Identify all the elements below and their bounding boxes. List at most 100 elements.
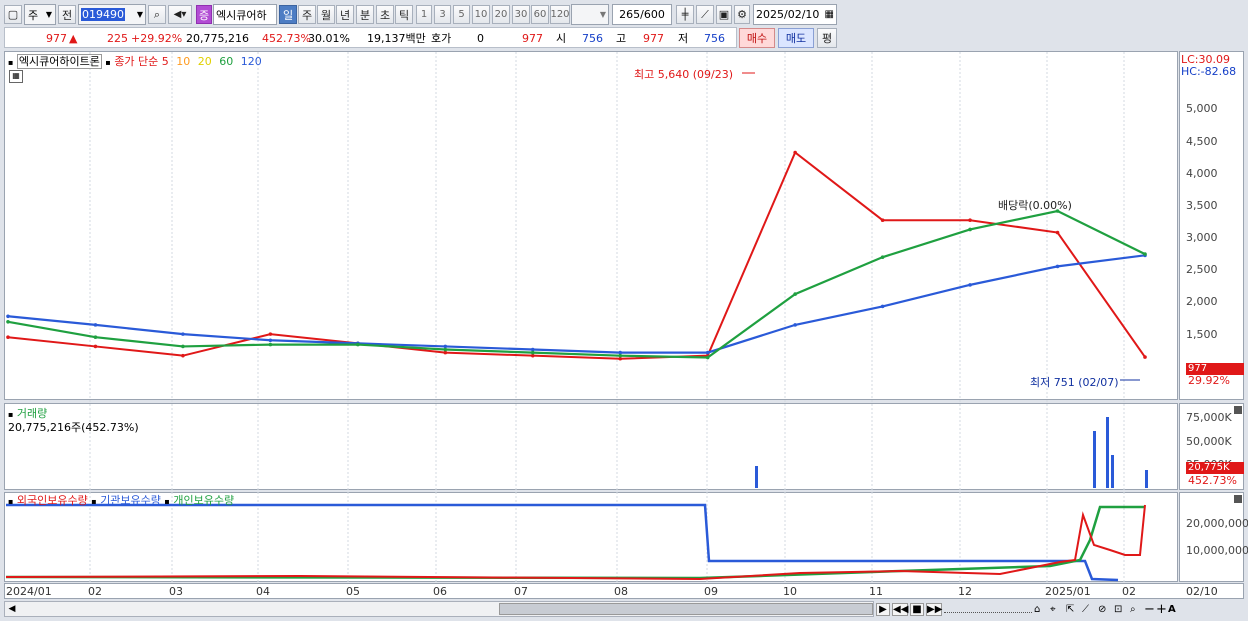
chart-canvas[interactable]	[0, 0, 1248, 621]
high-annotation: 최고 5,640 (09/23)	[634, 68, 734, 81]
volume-bar	[1093, 431, 1096, 488]
x-axis-label: 2025/01	[1045, 585, 1091, 598]
square-icon: ▪	[8, 410, 14, 419]
series-point	[1055, 264, 1060, 269]
volume-last-tag: 20,775K	[1186, 462, 1244, 474]
ma-5: 5	[161, 55, 169, 68]
series-point	[1143, 355, 1147, 359]
x-axis-label: 10	[783, 585, 797, 598]
x-axis-label: 07	[514, 585, 528, 598]
series-point	[968, 218, 972, 223]
price-legend: ▪ 엑시큐어하이트론 ▪ 종가 단순 5 10 20 60 120	[8, 53, 262, 69]
panel-close-icon[interactable]	[1234, 406, 1242, 414]
scroll-left-icon[interactable]: ◀	[5, 602, 19, 616]
series-point	[705, 355, 710, 360]
x-axis-label: 02	[1122, 585, 1136, 598]
series-line-1	[7, 254, 1146, 354]
trend-tool-icon[interactable]: ⟋	[1082, 604, 1096, 615]
price-ytick: 1,500	[1186, 328, 1218, 341]
bottom-tools: ▶ ◀◀ ■ ▶▶ ⌂ ⌖ ⇱ ⟋ ⊘ ⊡ ⌕ − + A	[876, 601, 1244, 617]
text-tool-icon[interactable]: ⊡	[1114, 604, 1128, 615]
series-point	[93, 344, 98, 349]
hc-label: HC:-82.68	[1181, 65, 1237, 78]
zoom-out-icon[interactable]: −	[1144, 602, 1155, 617]
x-axis-label: 08	[614, 585, 628, 598]
series-point	[443, 350, 448, 355]
low-annotation: 최저 751 (02/07)	[1030, 376, 1119, 389]
series-point	[968, 283, 972, 287]
grid-toggle-icon[interactable]: ▦	[9, 70, 23, 83]
font-size-icon[interactable]: A	[1168, 604, 1178, 615]
series-point	[880, 218, 885, 223]
series-point	[880, 255, 885, 259]
series-point	[793, 150, 797, 155]
fib-tool-icon[interactable]: ⊘	[1098, 604, 1112, 615]
volume-ytick: 50,000K	[1186, 435, 1232, 448]
panel-close-icon[interactable]	[1234, 495, 1242, 503]
series-point	[268, 332, 273, 336]
volume-bar	[755, 466, 758, 488]
scroll-thumb[interactable]	[499, 603, 873, 615]
zoom-icon[interactable]: ⌕	[1130, 604, 1142, 615]
volume-value: 20,775,216주(452.73%)	[8, 421, 139, 434]
x-axis-label: 11	[869, 585, 883, 598]
volume-bar	[1145, 470, 1148, 488]
series-point	[530, 353, 535, 358]
price-ytick: 4,500	[1186, 135, 1218, 148]
x-axis-label: 05	[346, 585, 360, 598]
div-annotation: 배당락(0.00%)	[998, 199, 1072, 212]
series-point	[1055, 230, 1060, 235]
x-axis-label: 04	[256, 585, 270, 598]
volume-bar	[1111, 455, 1114, 488]
series-point	[181, 344, 185, 349]
series-point	[93, 335, 98, 339]
square-icon: ▪	[105, 58, 111, 67]
series-point	[93, 323, 98, 327]
series-point	[181, 353, 185, 358]
ma-label: 종가 단순	[114, 55, 159, 68]
stop-icon[interactable]: ■	[910, 602, 924, 616]
square-icon: ▪	[8, 497, 14, 506]
series-point	[530, 347, 535, 352]
ma-120: 120	[240, 55, 262, 68]
series-point	[6, 335, 10, 339]
ma-10: 10	[176, 55, 191, 68]
series-point	[530, 350, 535, 355]
square-icon: ▪	[8, 58, 14, 67]
series-point	[618, 350, 623, 355]
crosshair-icon[interactable]: ⌖	[1050, 604, 1064, 615]
price-ytick: 4,000	[1186, 167, 1218, 180]
series-point	[880, 304, 885, 309]
ma-60: 60	[219, 55, 234, 68]
x-axis-label: 09	[704, 585, 718, 598]
magnet-icon[interactable]: ⌂	[1034, 604, 1048, 615]
price-ytick: 5,000	[1186, 102, 1218, 115]
x-axis-label: 02	[88, 585, 102, 598]
series-point	[443, 344, 448, 349]
individual-holdings-line	[5, 505, 1145, 580]
price-ytick: 3,500	[1186, 199, 1218, 212]
rewind-icon[interactable]: ◀◀	[892, 602, 908, 616]
series-point	[6, 320, 10, 324]
arrow-tool-icon[interactable]: ⇱	[1066, 604, 1080, 615]
x-axis-label: 06	[433, 585, 447, 598]
series-point	[618, 356, 623, 361]
scrollbar[interactable]: ◀	[4, 601, 874, 617]
square-icon: ▪	[164, 497, 170, 506]
holdings-ytick: 20,000,000	[1186, 517, 1248, 530]
price-ytick: 2,000	[1186, 295, 1218, 308]
series-point	[356, 342, 360, 347]
zoom-in-icon[interactable]: +	[1156, 602, 1167, 617]
zoom-slider[interactable]	[944, 606, 1032, 613]
fast-forward-icon[interactable]: ▶▶	[926, 602, 942, 616]
series-point	[1143, 252, 1147, 256]
series-point	[181, 332, 185, 336]
institution-holdings-label: 기관보유수량	[100, 494, 161, 507]
stock-title: 엑시큐어하이트론	[16, 54, 102, 69]
x-axis-label: 03	[169, 585, 183, 598]
series-point	[705, 350, 710, 355]
last-pct-tag: 29.92%	[1188, 374, 1230, 387]
play-icon[interactable]: ▶	[876, 602, 890, 616]
individual-holdings-label: 개인보유수량	[173, 494, 235, 507]
series-point	[793, 292, 797, 296]
